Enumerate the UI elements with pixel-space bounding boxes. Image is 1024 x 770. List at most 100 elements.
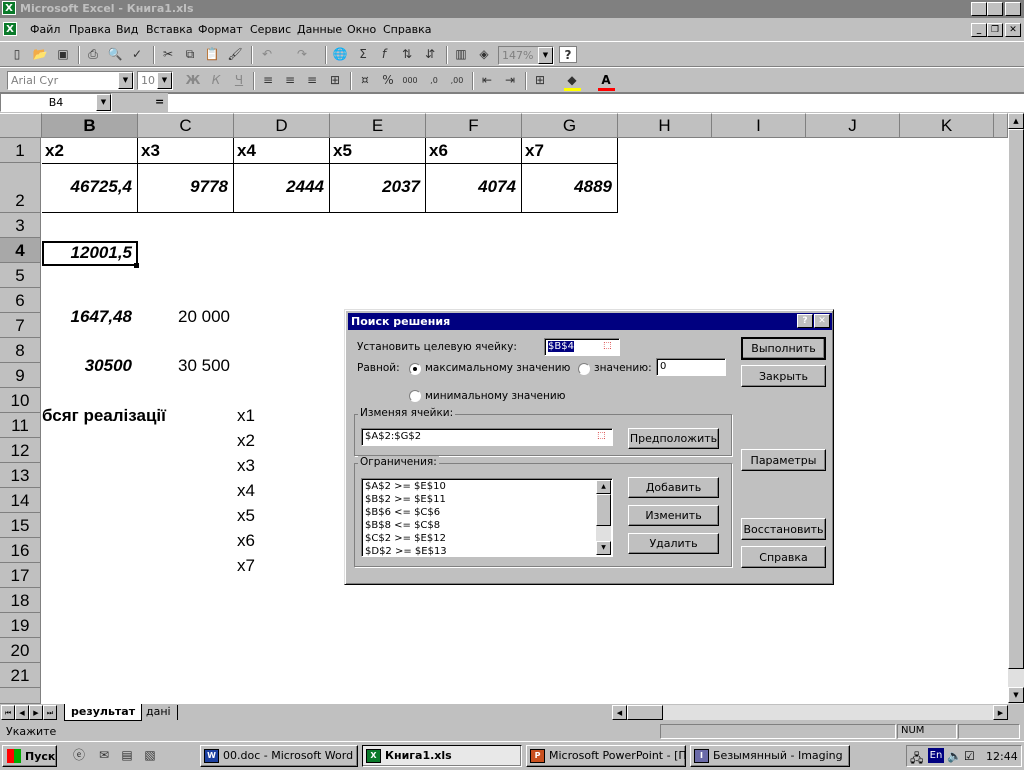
- close-window-button[interactable]: ✕: [1005, 2, 1021, 16]
- radio-value[interactable]: [578, 363, 590, 375]
- help-icon[interactable]: ?: [559, 46, 577, 63]
- close-button[interactable]: Закрыть: [741, 365, 826, 387]
- row-header[interactable]: 12: [0, 438, 41, 463]
- workbook-icon[interactable]: X: [3, 22, 17, 36]
- drawing-icon[interactable]: ◈: [475, 46, 493, 63]
- scroll-down-arrow[interactable]: ▼: [1008, 687, 1024, 703]
- bold-icon[interactable]: Ж: [184, 72, 202, 89]
- maximize-button[interactable]: ❐: [987, 2, 1003, 16]
- cell-d11[interactable]: x2: [237, 431, 255, 451]
- scroll-thumb[interactable]: [596, 494, 611, 526]
- cell-c8[interactable]: 30 500: [138, 356, 230, 376]
- task-powerpoint[interactable]: P Microsoft PowerPoint - [Пр...: [526, 745, 686, 767]
- underline-icon[interactable]: Ч: [230, 72, 248, 89]
- add-button[interactable]: Добавить: [628, 477, 719, 498]
- row-header[interactable]: 21: [0, 663, 41, 688]
- menu-help[interactable]: Справка: [383, 23, 431, 36]
- range-picker-icon[interactable]: ⬚: [597, 431, 606, 441]
- row-header[interactable]: 14: [0, 488, 41, 513]
- row-header[interactable]: 5: [0, 263, 41, 288]
- network-icon[interactable]: 🖧: [910, 749, 923, 770]
- dialog-help-icon[interactable]: ?: [797, 314, 813, 328]
- list-item[interactable]: $C$2 >= $E$12: [365, 532, 612, 545]
- name-box[interactable]: B4 ▼: [0, 93, 112, 112]
- select-all-corner[interactable]: [0, 113, 42, 138]
- save-icon[interactable]: ▣: [54, 46, 72, 63]
- row-header[interactable]: 17: [0, 563, 41, 588]
- task-excel[interactable]: X Книга1.xls: [362, 745, 522, 767]
- currency-icon[interactable]: ¤: [356, 72, 374, 89]
- col-header-k[interactable]: K: [900, 113, 994, 138]
- fill-handle[interactable]: [134, 263, 139, 268]
- col-header-b[interactable]: B: [42, 113, 138, 138]
- browser-quicklaunch-icon[interactable]: ⓔ: [70, 747, 88, 764]
- scheduler-icon[interactable]: ☑: [964, 749, 975, 763]
- autosum-icon[interactable]: Σ: [354, 46, 372, 63]
- row-header[interactable]: 1: [0, 138, 41, 163]
- list-item[interactable]: $B$6 <= $C$6: [365, 506, 612, 519]
- cell-d10[interactable]: x1: [237, 406, 255, 426]
- radio-min[interactable]: [409, 390, 421, 402]
- cell-e2[interactable]: 2037: [330, 177, 420, 197]
- value-field[interactable]: 0: [656, 358, 726, 376]
- row-header[interactable]: 15: [0, 513, 41, 538]
- cell-c6[interactable]: 20 000: [138, 307, 230, 327]
- open-icon[interactable]: 📂: [31, 46, 49, 63]
- guess-button[interactable]: Предположить: [628, 428, 719, 449]
- cell-f1[interactable]: x6: [429, 141, 448, 161]
- row-header[interactable]: 20: [0, 638, 41, 663]
- row-header[interactable]: [0, 688, 41, 704]
- sort-asc-icon[interactable]: ⇅: [398, 46, 416, 63]
- scroll-down-arrow[interactable]: ▼: [596, 541, 611, 555]
- clock[interactable]: 12:44: [986, 750, 1018, 763]
- format-painter-icon[interactable]: 🖌: [226, 46, 244, 63]
- scroll-thumb[interactable]: [1008, 129, 1024, 669]
- fill-color-icon[interactable]: ◆: [563, 72, 581, 89]
- change-button[interactable]: Изменить: [628, 505, 719, 526]
- cell-b2[interactable]: 46725,4: [42, 177, 132, 197]
- cell-b4[interactable]: 12001,5: [42, 243, 132, 263]
- dialog-close-icon[interactable]: ✕: [814, 314, 830, 328]
- formula-equals[interactable]: =: [155, 95, 164, 108]
- preview-icon[interactable]: 🔍: [106, 46, 124, 63]
- row-header[interactable]: 9: [0, 363, 41, 388]
- print-icon[interactable]: ⎙: [84, 46, 102, 63]
- col-header-h[interactable]: H: [618, 113, 712, 138]
- menu-file[interactable]: Файл: [30, 23, 60, 36]
- row-header[interactable]: 3: [0, 213, 41, 238]
- horizontal-scrollbar[interactable]: ◀ ▶: [612, 705, 1008, 720]
- align-right-icon[interactable]: ≡: [303, 72, 321, 89]
- function-icon[interactable]: f: [375, 46, 393, 63]
- percent-icon[interactable]: %: [379, 72, 397, 89]
- prev-sheet-arrow[interactable]: ◀: [15, 705, 29, 720]
- col-header-j[interactable]: J: [806, 113, 900, 138]
- start-button[interactable]: Пуск: [2, 745, 57, 767]
- row-header[interactable]: 7: [0, 313, 41, 338]
- menu-tools[interactable]: Сервис: [250, 23, 291, 36]
- col-header-f[interactable]: F: [426, 113, 522, 138]
- radio-max-label[interactable]: максимальному значению: [425, 362, 570, 374]
- outlook-quicklaunch-icon[interactable]: ✉: [95, 747, 113, 764]
- row-header[interactable]: 6: [0, 288, 41, 313]
- cell-d12[interactable]: x3: [237, 456, 255, 476]
- tab-sheet-result[interactable]: результат: [64, 704, 143, 721]
- col-header-i[interactable]: I: [712, 113, 806, 138]
- col-header-d[interactable]: D: [234, 113, 330, 138]
- task-imaging[interactable]: I Безымянный - Imaging: [690, 745, 850, 767]
- cell-d1[interactable]: x4: [237, 141, 256, 161]
- doc-close-button[interactable]: ✕: [1005, 23, 1021, 37]
- menu-view[interactable]: Вид: [116, 23, 138, 36]
- volume-icon[interactable]: 🔈: [947, 749, 962, 763]
- spelling-icon[interactable]: ✓: [128, 46, 146, 63]
- channels-quicklaunch-icon[interactable]: ▧: [141, 747, 159, 764]
- row-header[interactable]: 4: [0, 238, 41, 263]
- radio-value-label[interactable]: значению:: [594, 362, 652, 374]
- menu-window[interactable]: Окно: [347, 23, 376, 36]
- radio-max[interactable]: [409, 363, 421, 375]
- cell-b8[interactable]: 30500: [42, 356, 132, 376]
- redo-icon[interactable]: ↷: [293, 46, 311, 63]
- cell-g1[interactable]: x7: [525, 141, 544, 161]
- font-select[interactable]: Arial Cyr ▼: [7, 71, 134, 90]
- hyperlink-icon[interactable]: 🌐: [331, 46, 349, 63]
- decrease-decimal-icon[interactable]: ,00: [448, 72, 466, 89]
